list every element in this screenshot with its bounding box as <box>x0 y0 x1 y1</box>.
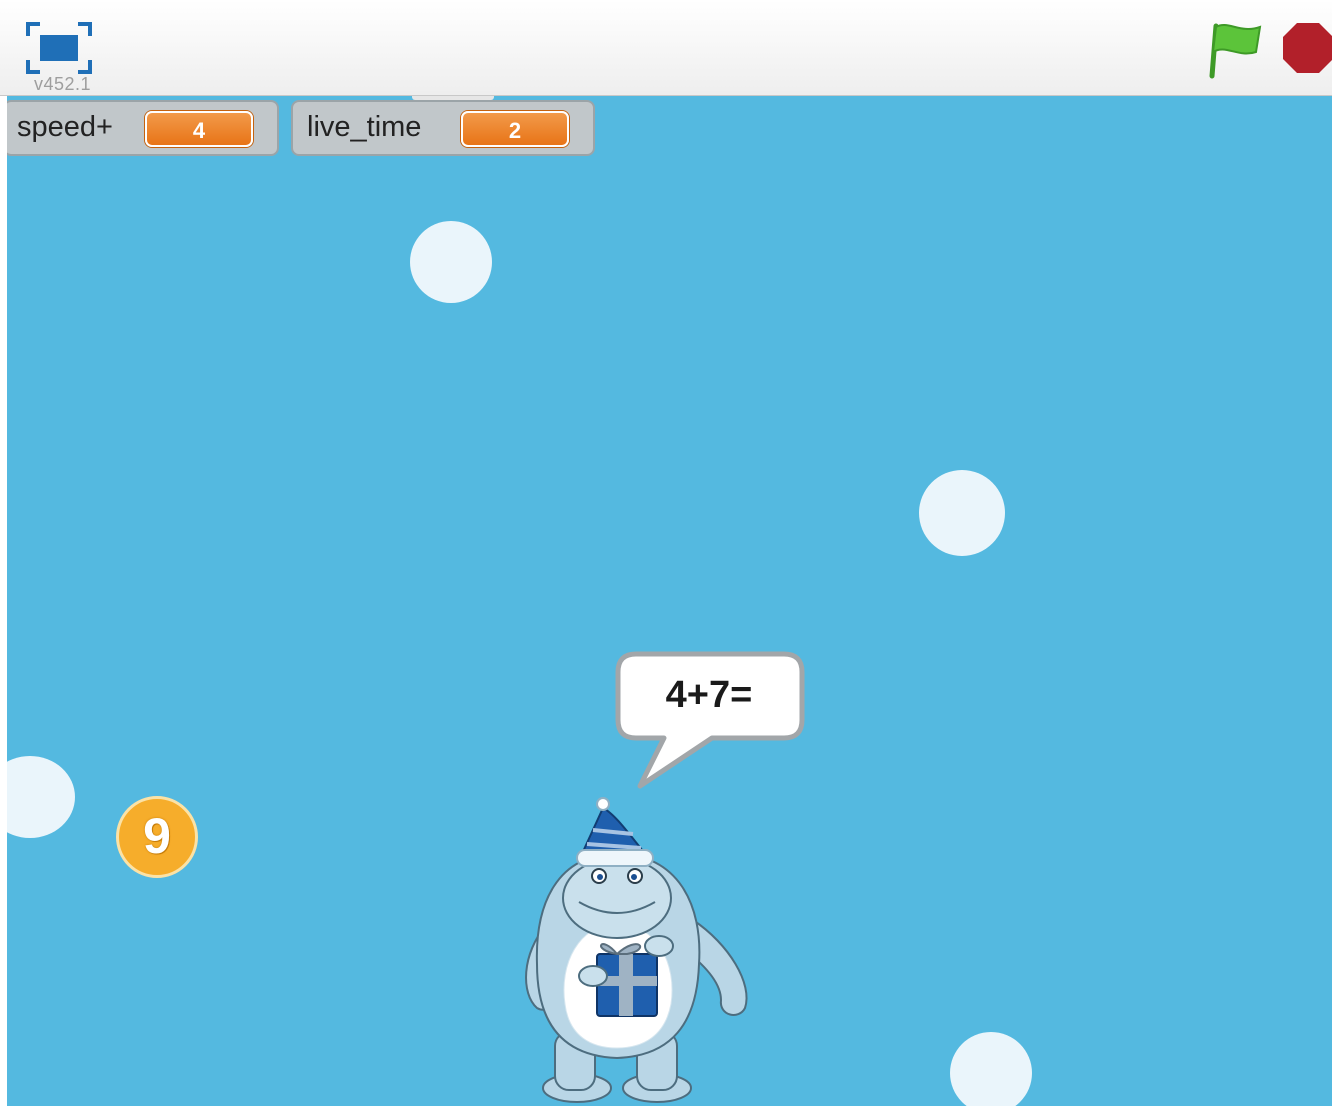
speech-bubble-text: 4+7= <box>665 674 753 716</box>
monitor-label: speed+ <box>17 111 113 143</box>
variable-monitor-live-time[interactable]: live_time 2 <box>291 100 595 156</box>
green-flag-icon[interactable] <box>1202 18 1268 80</box>
stop-icon[interactable] <box>1282 22 1332 74</box>
snowball-sprite[interactable] <box>919 470 1005 556</box>
monitor-value: 2 <box>461 111 569 147</box>
fullscreen-icon <box>26 22 92 74</box>
scratch-player-window: v452.1 speed+ 4 live_time 2 9 4+7= <box>0 0 1332 1106</box>
snowball-sprite[interactable] <box>410 221 492 303</box>
variable-monitor-speed[interactable]: speed+ 4 <box>7 100 279 156</box>
snowball-sprite[interactable] <box>7 756 75 838</box>
monitor-label: live_time <box>307 111 422 143</box>
yeti-sprite[interactable] <box>507 794 767 1106</box>
number-coin-sprite[interactable]: 9 <box>116 796 198 878</box>
fullscreen-button[interactable]: v452.1 <box>24 20 96 94</box>
player-toolbar: v452.1 <box>0 0 1332 96</box>
game-stage[interactable]: speed+ 4 live_time 2 9 4+7= <box>7 96 1332 1106</box>
speech-bubble: 4+7= <box>606 644 814 804</box>
snowball-sprite[interactable] <box>950 1032 1032 1106</box>
monitor-value: 4 <box>145 111 253 147</box>
version-label: v452.1 <box>34 74 92 94</box>
speech-bubble-shape <box>615 651 805 789</box>
